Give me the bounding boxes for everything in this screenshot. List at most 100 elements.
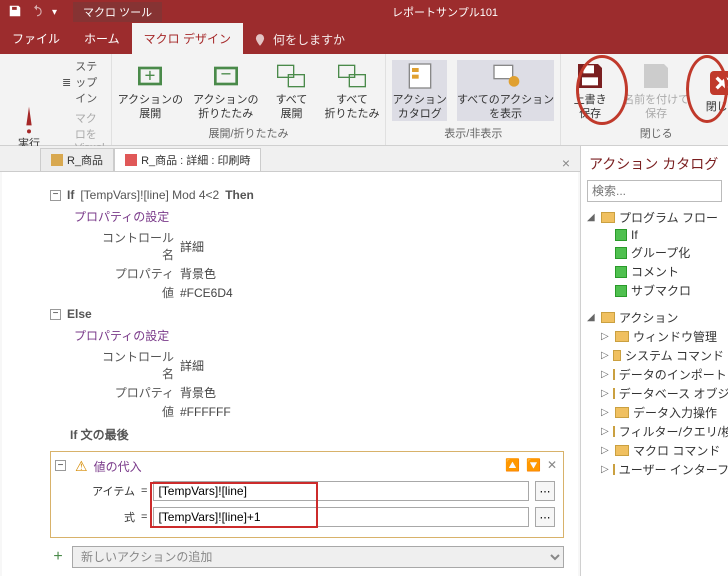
tree-node-if[interactable]: If xyxy=(615,227,724,243)
node-label: データベース オブジ xyxy=(619,385,728,402)
folder-icon xyxy=(613,388,615,399)
expand-actions-label: アクションの 展開 xyxy=(118,94,183,120)
collapse-toggle[interactable]: − xyxy=(50,309,61,320)
node-label: If xyxy=(631,228,638,242)
tab-home[interactable]: ホーム xyxy=(72,23,132,54)
group-close: 上書き 保存 名前を付けて 保存 閉じる 閉じる xyxy=(561,54,728,145)
warning-icon: ⚠ xyxy=(75,458,88,475)
catalog-title: アクション カタログ xyxy=(581,146,728,180)
svg-text:+: + xyxy=(145,65,156,86)
document-title: レポートサンプル101 xyxy=(162,4,728,20)
folder-icon xyxy=(601,212,615,223)
tree-node-dbobj[interactable]: ▷データベース オブジ xyxy=(601,384,724,403)
report-icon xyxy=(51,154,63,166)
collapse-all-label: すべて 折りたたみ xyxy=(324,94,379,120)
group-showhide-label: 表示/非表示 xyxy=(444,123,502,143)
move-up-icon[interactable]: 🔼 xyxy=(505,458,520,472)
if-keyword: If xyxy=(67,188,74,202)
control-name-label2: コントロール名 xyxy=(94,348,174,382)
folder-icon xyxy=(615,407,629,418)
group-expand: + アクションの 展開 −アクションの 折りたたみ すべて 展開 すべて 折りたた… xyxy=(112,54,387,145)
save-as-button: 名前を付けて 保存 xyxy=(623,60,689,120)
value-label: 値 xyxy=(94,284,174,301)
add-action-icon[interactable]: + xyxy=(50,549,66,565)
tree-node-filter[interactable]: ▷フィルター/クエリ/検 xyxy=(601,422,724,441)
catalog-search-input[interactable] xyxy=(587,180,722,202)
doc-tab2-label: R_商品 : 詳細 : 印刷時 xyxy=(141,152,250,168)
tree-node-macrocmd[interactable]: ▷マクロ コマンド xyxy=(601,441,724,460)
tree-node-actions[interactable]: ◢アクション xyxy=(587,308,724,327)
collapse-actions-button[interactable]: −アクションの 折りたたみ xyxy=(193,60,258,120)
group-show-hide: アクション カタログ すべてのアクション を表示 表示/非表示 xyxy=(386,54,561,145)
save-as-label: 名前を付けて 保存 xyxy=(623,94,689,120)
action-icon xyxy=(615,247,627,259)
run-button[interactable]: 実行 xyxy=(6,104,52,151)
expr-builder-button[interactable]: ⋯ xyxy=(535,507,555,527)
save-overwrite-label: 上書き 保存 xyxy=(574,94,607,120)
tree-node-import[interactable]: ▷データのインポート xyxy=(601,365,724,384)
node-label: データ入力操作 xyxy=(633,404,717,421)
tree-node-system[interactable]: ▷システム コマンド xyxy=(601,346,724,365)
move-down-icon[interactable]: 🔽 xyxy=(526,458,541,472)
property-label: プロパティ xyxy=(94,265,174,282)
doc-tab-macro[interactable]: R_商品 : 詳細 : 印刷時 xyxy=(114,148,261,171)
add-action-select[interactable]: 新しいアクションの追加 xyxy=(72,546,564,568)
node-label: コメント xyxy=(631,263,679,280)
qat-dropdown-icon[interactable]: ▾ xyxy=(52,7,57,18)
tree-node-window[interactable]: ▷ウィンドウ管理 xyxy=(601,327,724,346)
item-builder-button[interactable]: ⋯ xyxy=(535,481,555,501)
endif-label: If 文の最後 xyxy=(70,426,129,443)
tree-node-program-flow[interactable]: ◢プログラム フロー xyxy=(587,208,724,227)
set-property-title: プロパティの設定 xyxy=(74,208,564,225)
value-label2: 値 xyxy=(94,403,174,420)
folder-icon xyxy=(601,312,615,323)
node-label: サブマクロ xyxy=(631,282,691,299)
expand-all-button[interactable]: すべて 展開 xyxy=(268,60,314,120)
save-icon[interactable] xyxy=(8,4,22,21)
svg-text:−: − xyxy=(220,63,231,84)
delete-action-icon[interactable]: ✕ xyxy=(547,458,557,472)
tree-node-comment[interactable]: コメント xyxy=(615,262,724,281)
step-in-button[interactable]: ≣ステップ イン xyxy=(62,58,105,106)
tree-node-submacro[interactable]: サブマクロ xyxy=(615,281,724,300)
collapse-toggle[interactable]: − xyxy=(55,460,66,471)
folder-icon xyxy=(613,464,615,475)
close-label: 閉じる xyxy=(706,101,728,114)
tab-macro-design[interactable]: マクロ デザイン xyxy=(132,23,243,54)
node-label: プログラム フロー xyxy=(619,209,718,226)
collapse-toggle[interactable]: − xyxy=(50,190,61,201)
assign-value-block[interactable]: − ⚠値の代入 🔼 🔽 ✕ アイテム= ⋯ 式= xyxy=(50,451,564,538)
expr-input[interactable] xyxy=(153,507,529,527)
action-icon xyxy=(615,285,627,297)
tree-node-dataentry[interactable]: ▷データ入力操作 xyxy=(601,403,724,422)
else-keyword: Else xyxy=(67,307,92,321)
doc-tab-r-products[interactable]: R_商品 xyxy=(40,148,114,171)
undo-icon[interactable] xyxy=(30,4,44,21)
then-keyword: Then xyxy=(225,188,254,202)
tell-me-search[interactable]: 何をしますか xyxy=(243,31,355,54)
close-tab-icon[interactable]: × xyxy=(552,155,580,171)
tree-node-group[interactable]: グループ化 xyxy=(615,243,724,262)
tree-node-uicmd[interactable]: ▷ユーザー インターフ xyxy=(601,460,724,479)
collapse-all-button[interactable]: すべて 折りたたみ xyxy=(324,60,379,120)
save-overwrite-button[interactable]: 上書き 保存 xyxy=(567,60,613,120)
property-value2: 背景色 xyxy=(180,384,216,401)
close-button[interactable]: 閉じる xyxy=(699,67,728,114)
expand-actions-button[interactable]: + アクションの 展開 xyxy=(118,60,183,120)
folder-icon xyxy=(615,331,629,342)
control-name-value2: 詳細 xyxy=(180,357,204,374)
show-all-actions-button[interactable]: すべてのアクション を表示 xyxy=(457,60,554,120)
node-label: グループ化 xyxy=(631,244,690,261)
group-tools: 実行 ≣ステップ イン ⎘マクロを Visual Basic に変換 ツール xyxy=(0,54,112,145)
tab-file[interactable]: ファイル xyxy=(0,23,72,54)
doc-tab1-label: R_商品 xyxy=(67,152,103,168)
folder-icon xyxy=(613,426,615,437)
macro-editor: − If [TempVars]![line] Mod 4<2 Then プロパテ… xyxy=(2,172,578,576)
action-catalog-button[interactable]: アクション カタログ xyxy=(392,60,446,120)
item-input[interactable] xyxy=(153,481,529,501)
expand-all-label: すべて 展開 xyxy=(276,94,308,120)
title-bar: ▾ マクロ ツール レポートサンプル101 xyxy=(0,0,728,24)
action-icon xyxy=(615,266,627,278)
value2: #FFFFFF xyxy=(180,405,231,419)
macro-icon xyxy=(125,154,137,166)
